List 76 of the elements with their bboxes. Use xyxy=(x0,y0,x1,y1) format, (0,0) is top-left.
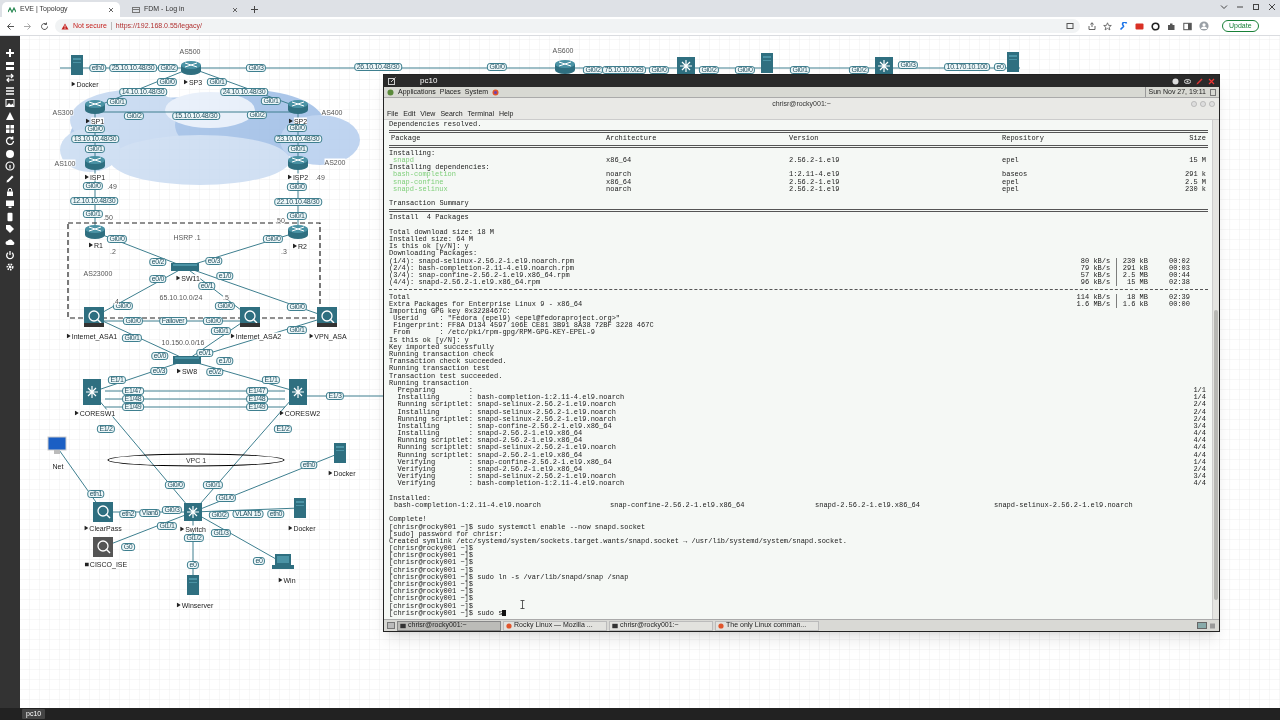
close-icon[interactable] xyxy=(232,6,238,13)
grid-icon[interactable] xyxy=(5,123,15,134)
warning-icon xyxy=(61,22,69,30)
chassis-switch-icon[interactable] xyxy=(289,379,307,405)
router-icon[interactable] xyxy=(181,61,201,75)
eye-icon[interactable] xyxy=(1184,77,1191,85)
lock-icon[interactable] xyxy=(5,186,15,197)
power-icon[interactable] xyxy=(5,249,15,260)
appliance-icon[interactable] xyxy=(93,537,113,557)
maximize-icon[interactable] xyxy=(1252,3,1260,11)
scrollbar-thumb[interactable] xyxy=(1214,310,1218,600)
switch-icon[interactable] xyxy=(171,263,199,271)
router-icon[interactable] xyxy=(85,225,105,239)
arrows-icon[interactable] xyxy=(5,73,15,84)
router-icon[interactable] xyxy=(288,156,308,170)
laptop-icon[interactable] xyxy=(272,554,294,569)
window-title: pc10 xyxy=(420,75,439,87)
distro-logo-icon[interactable] xyxy=(387,88,394,96)
multilayer-switch-icon[interactable] xyxy=(184,503,202,521)
router-icon[interactable] xyxy=(85,156,105,170)
info-icon[interactable] xyxy=(5,161,15,172)
sidebar-icon[interactable] xyxy=(1183,21,1192,31)
reload-icon[interactable] xyxy=(40,21,49,31)
stop-icon[interactable] xyxy=(84,562,89,566)
phone-icon[interactable] xyxy=(5,211,15,222)
list-icon[interactable] xyxy=(5,85,15,96)
browser-icon[interactable] xyxy=(492,88,500,96)
appliance-icon[interactable] xyxy=(93,502,113,522)
switch-icon[interactable] xyxy=(173,356,201,364)
ring-icon[interactable] xyxy=(1151,21,1160,31)
monitor-icon[interactable] xyxy=(47,436,67,454)
terminal-icon xyxy=(400,622,406,629)
puzzle-icon[interactable] xyxy=(1167,21,1176,31)
share-icon[interactable] xyxy=(1088,22,1096,30)
eve-logo-icon xyxy=(8,6,16,13)
multilayer-switch-icon[interactable] xyxy=(677,57,695,75)
router-icon[interactable] xyxy=(555,60,575,74)
cloud-icon[interactable] xyxy=(5,236,15,247)
scrollbar[interactable] xyxy=(1212,120,1219,619)
window-icon[interactable] xyxy=(1066,22,1074,30)
extension-icon[interactable] xyxy=(1135,21,1144,31)
scroll-icon xyxy=(1210,88,1216,96)
page-icon xyxy=(132,5,140,14)
triangle-icon[interactable] xyxy=(5,110,15,121)
text-cursor-icon xyxy=(520,600,525,609)
firewall-icon[interactable] xyxy=(84,307,104,327)
image-icon[interactable] xyxy=(5,98,15,109)
stack-icon[interactable] xyxy=(5,60,15,71)
circle-icon[interactable] xyxy=(1172,77,1179,85)
router-icon[interactable] xyxy=(288,100,308,114)
monitor-icon[interactable] xyxy=(5,199,15,210)
close-icon[interactable] xyxy=(1268,3,1276,11)
close-icon[interactable] xyxy=(1208,77,1215,85)
new-tab-plus-icon[interactable] xyxy=(250,5,259,14)
refresh-icon[interactable] xyxy=(5,136,15,147)
edit-icon[interactable] xyxy=(388,77,396,85)
star-icon[interactable] xyxy=(1103,21,1112,31)
router-icon[interactable] xyxy=(85,100,105,114)
circle-icon[interactable] xyxy=(5,148,15,159)
wrench-icon[interactable] xyxy=(1119,21,1128,31)
multilayer-switch-icon[interactable] xyxy=(875,57,893,75)
gear-icon[interactable] xyxy=(5,262,15,273)
terminal-icon xyxy=(612,622,618,629)
profile-icon[interactable] xyxy=(1199,21,1209,31)
close-icon[interactable] xyxy=(108,6,114,13)
pencil-icon[interactable] xyxy=(5,173,15,184)
router-icon[interactable] xyxy=(288,225,308,239)
text-cursor xyxy=(502,610,506,617)
tag-icon[interactable] xyxy=(5,224,15,235)
plus-icon[interactable] xyxy=(5,48,15,58)
firewall-icon[interactable] xyxy=(240,307,260,327)
firewall-icon[interactable] xyxy=(317,307,337,327)
browser-icon xyxy=(718,622,724,629)
back-arrow-icon[interactable] xyxy=(6,21,15,31)
chassis-switch-icon[interactable] xyxy=(83,379,101,405)
browser-icon xyxy=(506,622,512,629)
